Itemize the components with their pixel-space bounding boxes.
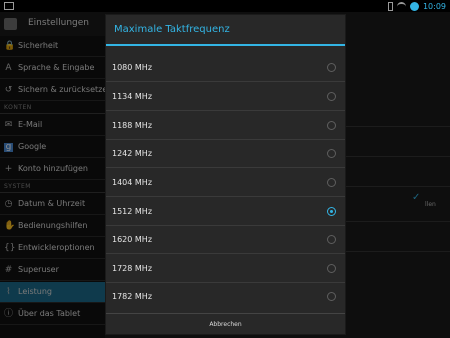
option-label: 1782 MHz: [112, 292, 153, 301]
option-label: 1134 MHz: [112, 92, 153, 101]
option-label: 1188 MHz: [112, 121, 153, 130]
status-time: 10:09: [422, 1, 446, 11]
status-icons: 10:09: [387, 0, 446, 12]
frequency-option[interactable]: 1080 MHz: [106, 54, 345, 82]
dialog-title: Maximale Taktfrequenz: [114, 24, 230, 35]
battery-icon: [387, 1, 393, 11]
option-label: 1512 MHz: [112, 207, 153, 216]
notification-image-icon: [4, 2, 14, 10]
radio-button-selected[interactable]: [327, 207, 336, 216]
cancel-button[interactable]: Abbrechen: [106, 314, 345, 335]
wifi-icon: [396, 1, 406, 11]
max-frequency-dialog: Maximale Taktfrequenz 1080 MHz 1134 MHz …: [105, 14, 346, 335]
radio-button[interactable]: [327, 178, 336, 187]
option-label: 1080 MHz: [112, 63, 153, 72]
radio-button[interactable]: [327, 235, 336, 244]
radio-button[interactable]: [327, 149, 336, 158]
option-label: 1242 MHz: [112, 149, 153, 158]
frequency-option[interactable]: 1404 MHz: [106, 169, 345, 197]
option-label: 1728 MHz: [112, 264, 153, 273]
frequency-option[interactable]: 1242 MHz: [106, 140, 345, 168]
radio-button[interactable]: [327, 92, 336, 101]
frequency-option[interactable]: 1728 MHz: [106, 255, 345, 283]
frequency-option[interactable]: 1134 MHz: [106, 83, 345, 111]
radio-button[interactable]: [327, 121, 336, 130]
frequency-option[interactable]: 1188 MHz: [106, 112, 345, 140]
status-bar: 10:09: [0, 0, 450, 12]
frequency-option[interactable]: 1512 MHz: [106, 198, 345, 226]
radio-button[interactable]: [327, 292, 336, 301]
frequency-option[interactable]: 1782 MHz: [106, 283, 345, 311]
option-label: 1620 MHz: [112, 235, 153, 244]
frequency-option[interactable]: 1620 MHz: [106, 226, 345, 254]
option-label: 1404 MHz: [112, 178, 153, 187]
dialog-title-divider: [106, 44, 345, 46]
radio-button[interactable]: [327, 264, 336, 273]
radio-button[interactable]: [327, 63, 336, 72]
clock-status-icon: [409, 1, 419, 11]
